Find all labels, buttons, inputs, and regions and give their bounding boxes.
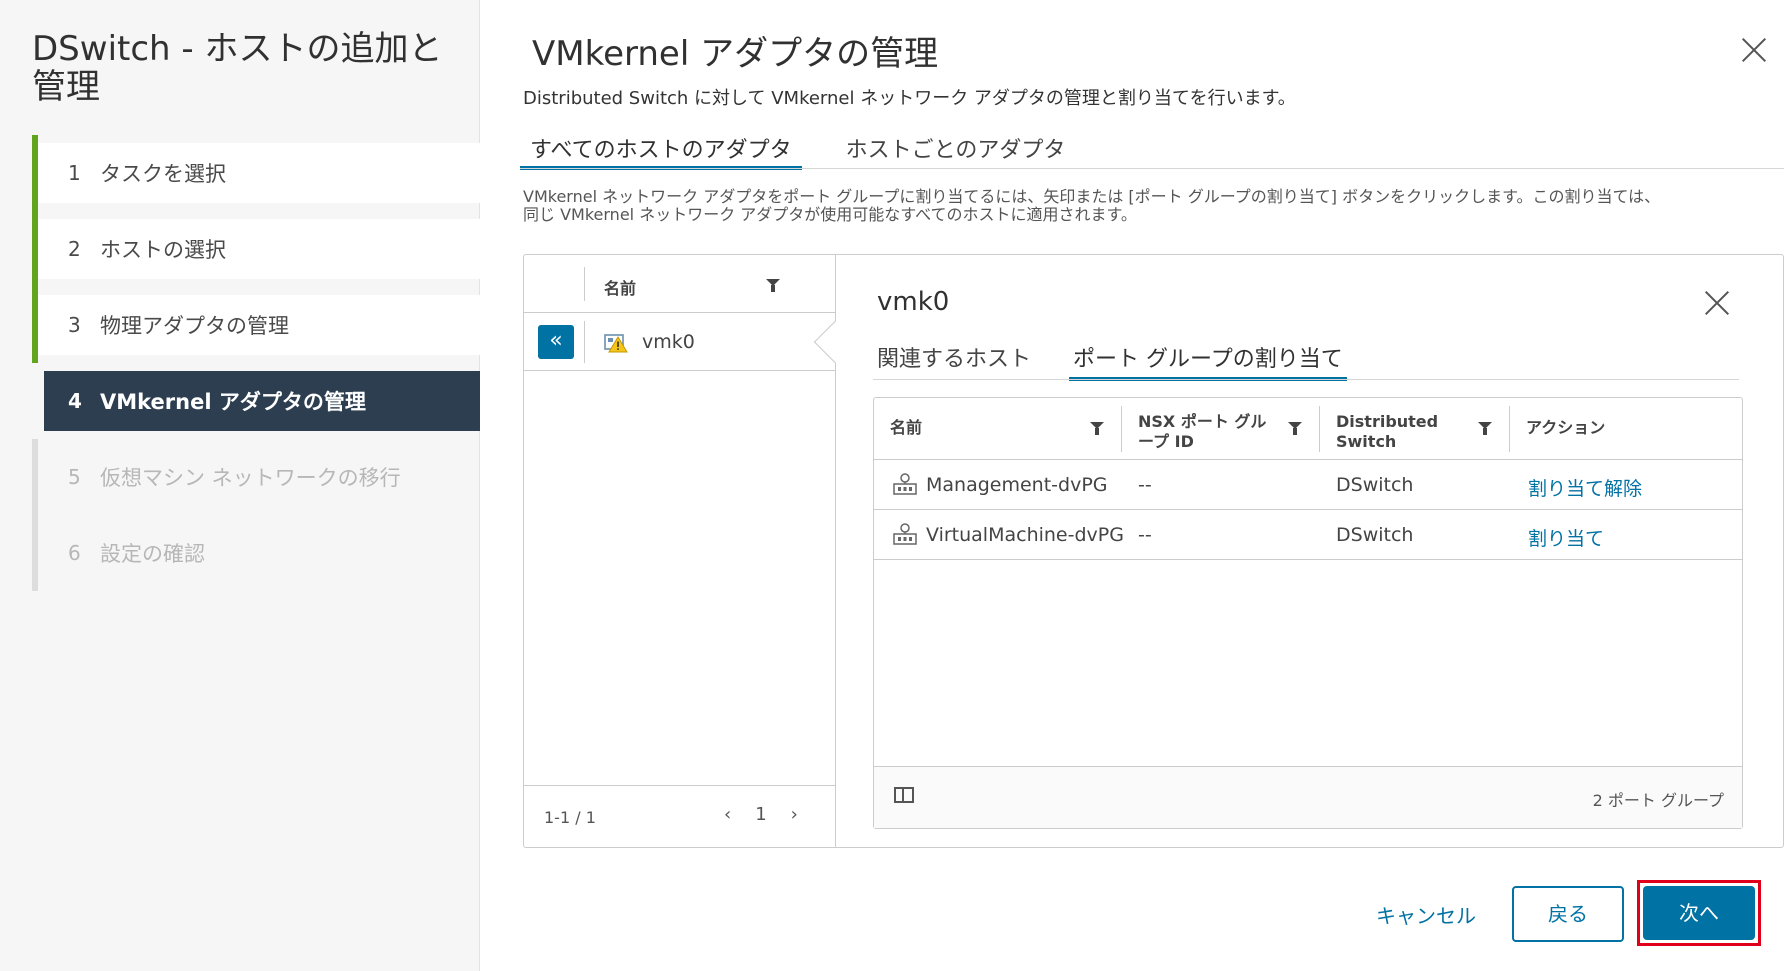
step-label: タスクを選択 xyxy=(100,162,226,186)
page-number: 1 xyxy=(755,804,767,825)
port-group-grid: 名前 NSX ポート グループ ID Distributed Switch アク… xyxy=(873,397,1743,829)
column-name-header: 名前 xyxy=(604,279,637,298)
wizard-step-3[interactable]: 3 物理アダプタの管理 xyxy=(32,287,480,363)
step-number: 2 xyxy=(68,237,81,261)
close-icon[interactable] xyxy=(1740,36,1768,64)
distributed-switch: DSwitch xyxy=(1336,524,1414,546)
distributed-switch: DSwitch xyxy=(1336,474,1414,496)
wizard-steps: 1 タスクを選択 2 ホストの選択 3 物理アダプタの管理 4 VMkernel… xyxy=(32,135,480,599)
wizard-dialog: DSwitch - ホストの追加と管理 1 タスクを選択 2 ホストの選択 3 … xyxy=(0,0,1784,971)
unassign-link[interactable]: 割り当て解除 xyxy=(1528,474,1642,501)
page-description: Distributed Switch に対して VMkernel ネットワーク … xyxy=(523,88,1296,109)
filter-icon[interactable] xyxy=(1090,422,1104,436)
filter-icon[interactable] xyxy=(766,279,780,293)
column-header: NSX ポート グループ ID xyxy=(1122,398,1320,460)
nsx-port-group-id: -- xyxy=(1138,474,1152,496)
list-footer: 1-1 / 1 ‹ 1 › xyxy=(524,785,835,847)
filter-icon[interactable] xyxy=(1288,422,1302,436)
column-header: Distributed Switch xyxy=(1320,398,1510,460)
next-button[interactable]: 次へ xyxy=(1643,886,1755,940)
filter-icon[interactable] xyxy=(1478,422,1492,436)
step-label: 仮想マシン ネットワークの移行 xyxy=(100,466,401,490)
double-chevron-left-icon[interactable]: « xyxy=(538,325,574,359)
pagination: ‹ 1 › xyxy=(724,804,798,825)
wizard-step-4[interactable]: 4 VMkernel アダプタの管理 xyxy=(32,371,480,431)
adapter-datagrid: 名前 « vmk0 1-1 / 1 ‹ 1 › vmk0 関連するホスト ポート… xyxy=(523,254,1784,848)
column-header: アクション xyxy=(1526,418,1606,437)
tab-all-hosts-adapters[interactable]: すべてのホストのアダプタ xyxy=(520,126,802,170)
table-row[interactable]: Management-dvPG -- DSwitch 割り当て解除 xyxy=(874,460,1742,510)
pagination-range: 1-1 / 1 xyxy=(544,808,596,827)
wizard-title: DSwitch - ホストの追加と管理 xyxy=(32,29,443,107)
next-page-icon[interactable]: › xyxy=(791,804,798,825)
step-label: 物理アダプタの管理 xyxy=(100,314,289,338)
close-icon[interactable] xyxy=(1703,289,1731,317)
detail-tabs: 関連するホスト ポート グループの割り当て xyxy=(873,341,1381,381)
vmkernel-adapter-warning-icon xyxy=(604,334,628,353)
port-group-name: VirtualMachine-dvPG xyxy=(926,524,1124,546)
wizard-step-6: 6 設定の確認 xyxy=(32,515,480,591)
list-item[interactable]: « vmk0 xyxy=(524,313,835,371)
column-toggle-icon[interactable] xyxy=(894,787,914,803)
tab-port-group-assignment[interactable]: ポート グループの割り当て xyxy=(1069,341,1347,381)
tab-per-host-adapters[interactable]: ホストごとのアダプタ xyxy=(836,126,1076,170)
grid-footer: 2 ポート グループ xyxy=(874,766,1742,828)
step-number: 5 xyxy=(68,465,81,489)
wizard-step-1[interactable]: 1 タスクを選択 xyxy=(32,135,480,211)
step-number: 3 xyxy=(68,313,81,337)
cancel-button[interactable]: キャンセル xyxy=(1376,900,1476,929)
grid-header: 名前 NSX ポート グループ ID Distributed Switch アク… xyxy=(874,398,1742,460)
port-group-name: Management-dvPG xyxy=(926,474,1108,496)
step-number: 4 xyxy=(68,389,82,413)
port-group-icon xyxy=(893,473,917,495)
table-row[interactable]: VirtualMachine-dvPG -- DSwitch 割り当て xyxy=(874,510,1742,560)
adapter-tabs: すべてのホストのアダプタ ホストごとのアダプタ xyxy=(520,126,1109,170)
assign-link[interactable]: 割り当て xyxy=(1528,524,1604,551)
step-label: ホストの選択 xyxy=(100,238,226,262)
adapter-name: vmk0 xyxy=(642,331,695,353)
back-button[interactable]: 戻る xyxy=(1512,886,1624,942)
previous-page-icon[interactable]: ‹ xyxy=(724,804,731,825)
list-header: 名前 xyxy=(524,255,835,313)
wizard-step-5: 5 仮想マシン ネットワークの移行 xyxy=(32,439,480,515)
step-label: VMkernel アダプタの管理 xyxy=(100,390,366,414)
detail-title: vmk0 xyxy=(877,287,950,317)
tab-related-hosts[interactable]: 関連するホスト xyxy=(873,341,1035,381)
tabs-divider xyxy=(520,168,1784,169)
nsx-port-group-id: -- xyxy=(1138,524,1152,546)
adapter-list: 名前 « vmk0 1-1 / 1 ‹ 1 › xyxy=(524,255,836,847)
detail-pane: vmk0 関連するホスト ポート グループの割り当て 名前 NSX ポート グル… xyxy=(837,255,1783,847)
wizard-sidebar: DSwitch - ホストの追加と管理 1 タスクを選択 2 ホストの選択 3 … xyxy=(0,0,480,971)
column-header: 名前 xyxy=(874,398,1122,460)
step-label: 設定の確認 xyxy=(100,542,205,566)
port-group-count: 2 ポート グループ xyxy=(1592,791,1724,810)
step-number: 1 xyxy=(68,161,81,185)
port-group-icon xyxy=(893,523,917,545)
help-text: VMkernel ネットワーク アダプタをポート グループに割り当てるには、矢印… xyxy=(523,187,1661,224)
wizard-step-2[interactable]: 2 ホストの選択 xyxy=(32,211,480,287)
step-number: 6 xyxy=(68,541,81,565)
page-title: VMkernel アダプタの管理 xyxy=(532,34,939,74)
